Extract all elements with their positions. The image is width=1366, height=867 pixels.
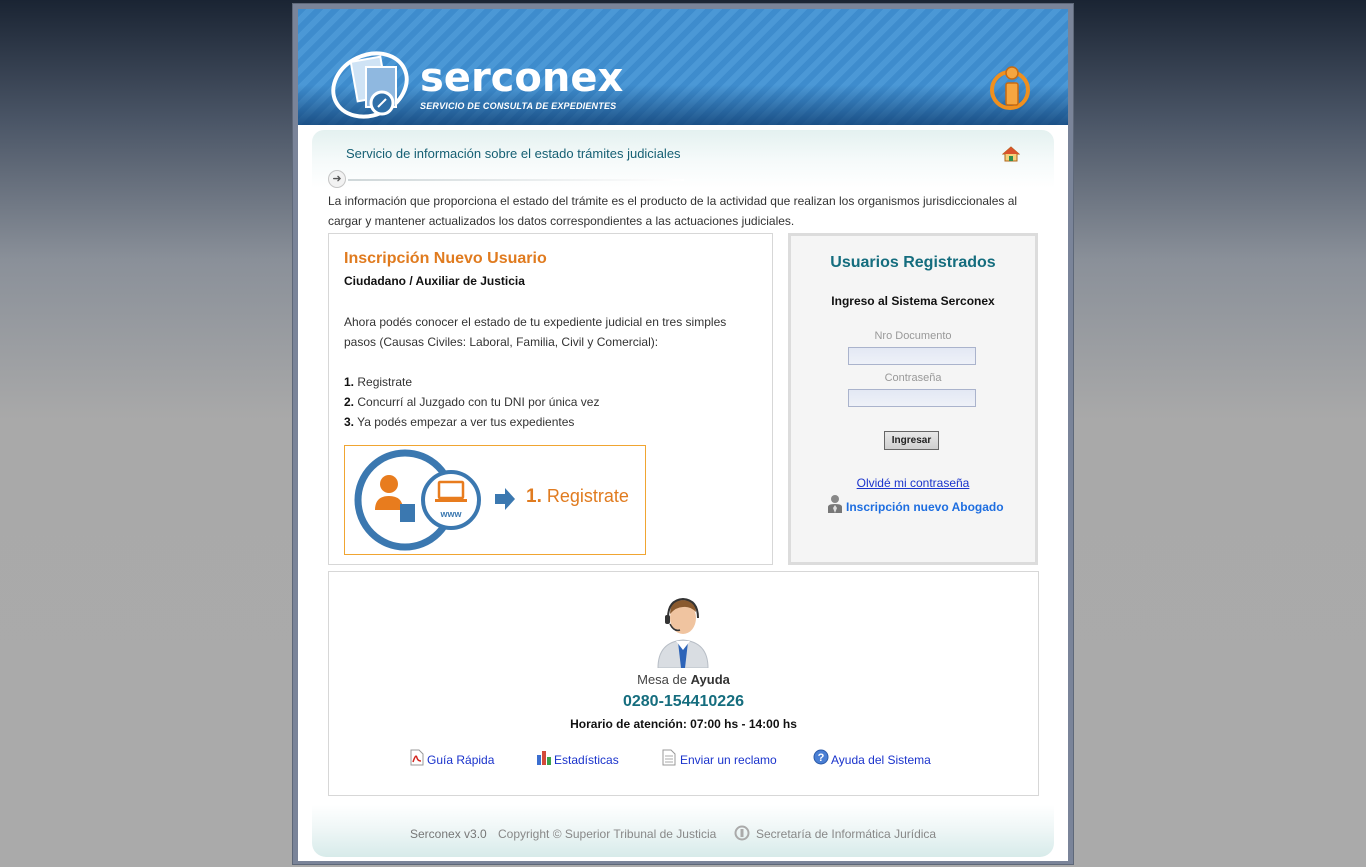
pdf-icon (409, 749, 425, 769)
brand-tagline: SERVICIO DE CONSULTA DE EXPEDIENTES (420, 101, 617, 111)
quick-guide-label: Guía Rápida (427, 753, 495, 767)
page-frame: serconex SERVICIO DE CONSULTA DE EXPEDIE… (292, 3, 1074, 865)
subheader-bar: Servicio de información sobre el estado … (312, 130, 1054, 188)
step-item: 2. Concurrí al Juzgado con tu DNI por ún… (344, 395, 600, 409)
register-banner-label: 1. Registrate (526, 486, 629, 507)
help-icon: ? (813, 749, 829, 768)
register-banner-link[interactable]: www 1. Registrate (344, 445, 646, 555)
login-panel: Usuarios Registrados Ingreso al Sistema … (788, 233, 1038, 565)
footer: Serconex v3.0 Copyright © Superior Tribu… (312, 805, 1054, 857)
divider (348, 179, 684, 181)
page-title: Servicio de información sobre el estado … (346, 146, 681, 161)
login-button[interactable]: Ingresar (884, 431, 939, 450)
registration-description: Ahora podés conocer el estado de tu expe… (344, 315, 727, 349)
svg-text:?: ? (818, 752, 825, 764)
header-banner: serconex SERVICIO DE CONSULTA DE EXPEDIE… (298, 9, 1068, 125)
document-label: Nro Documento (874, 330, 952, 342)
intro-text: La información que proporciona el estado… (328, 194, 1018, 228)
help-desk-panel: Mesa de Ayuda 0280-154410226 Horario de … (328, 571, 1039, 796)
system-help-label: Ayuda del Sistema (831, 753, 931, 767)
arrow-right-icon: ➜ (328, 170, 346, 188)
serconex-logo-icon[interactable] (330, 45, 414, 124)
lawyer-icon (828, 495, 842, 513)
document-input[interactable] (848, 347, 976, 365)
home-icon[interactable] (1001, 146, 1021, 167)
password-input[interactable] (848, 389, 976, 407)
brand-name: serconex (420, 55, 624, 101)
department-logo-icon (734, 825, 750, 844)
registration-panel: Inscripción Nuevo Usuario Ciudadano / Au… (328, 233, 773, 565)
login-subtitle: Ingreso al Sistema Serconex (831, 294, 995, 308)
registration-title: Inscripción Nuevo Usuario (344, 250, 547, 267)
register-illustration-icon: www (354, 449, 515, 551)
footer-version: Serconex v3.0 (410, 827, 487, 841)
statistics-label: Estadísticas (554, 753, 619, 767)
document-icon (662, 749, 676, 769)
info-logo-icon (988, 63, 1036, 118)
footer-department: Secretaría de Informática Jurídica (756, 827, 937, 841)
send-complaint-label: Enviar un reclamo (680, 753, 777, 767)
bar-chart-icon (536, 749, 552, 768)
step-item: 1. Registrate (344, 375, 413, 389)
step-item: 3. Ya podés empezar a ver tus expediente… (344, 415, 575, 429)
registration-subtitle: Ciudadano / Auxiliar de Justicia (344, 274, 525, 288)
registration-steps: 1. Registrate 2. Concurrí al Juzgado con… (344, 372, 599, 432)
help-desk-phone: 0280-154410226 (622, 693, 744, 710)
page-container: serconex SERVICIO DE CONSULTA DE EXPEDIE… (298, 9, 1068, 861)
support-agent-icon (654, 594, 712, 673)
svg-text:www: www (439, 509, 462, 519)
footer-copyright: Copyright © Superior Tribunal de Justici… (498, 827, 717, 841)
help-desk-hours: Horario de atención: 07:00 hs - 14:00 hs (570, 717, 797, 731)
forgot-password-link[interactable]: Olvidé mi contraseña (791, 476, 1035, 490)
login-title: Usuarios Registrados (830, 254, 996, 271)
password-label: Contraseña (884, 372, 942, 384)
new-lawyer-label: Inscripción nuevo Abogado (846, 500, 1004, 514)
help-desk-title: Mesa de Ayuda (637, 672, 730, 687)
